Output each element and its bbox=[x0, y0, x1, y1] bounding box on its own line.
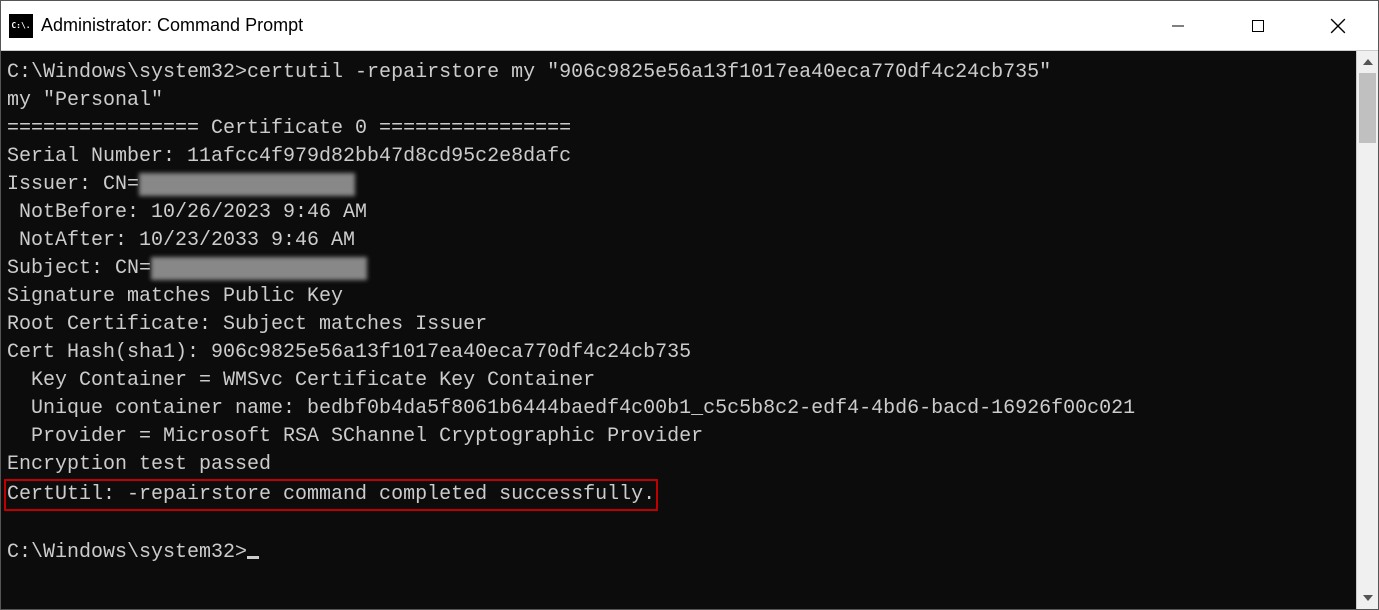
redacted-text: XXbb47dXcd95c1eXdX bbox=[139, 173, 355, 196]
window-title: Administrator: Command Prompt bbox=[41, 15, 1138, 36]
output-line: my "Personal" bbox=[7, 89, 163, 112]
prompt-line: C:\Windows\system32> bbox=[7, 541, 247, 564]
minimize-button[interactable] bbox=[1138, 1, 1218, 50]
output-line: Cert Hash(sha1): 906c9825e56a13f1017ea40… bbox=[7, 341, 691, 364]
output-line: NotAfter: 10/23/2033 9:46 AM bbox=[7, 229, 355, 252]
chevron-up-icon bbox=[1363, 59, 1373, 65]
scrollbar[interactable] bbox=[1356, 51, 1378, 609]
output-line: Encryption test passed bbox=[7, 453, 271, 476]
terminal-output[interactable]: C:\Windows\system32>certutil -repairstor… bbox=[1, 51, 1356, 609]
window-controls bbox=[1138, 1, 1378, 50]
chevron-down-icon bbox=[1363, 595, 1373, 601]
redacted-text: XXbb47dXcd95c1eXdX bbox=[151, 257, 367, 280]
output-line: CertUtil: -repairstore command completed… bbox=[7, 483, 655, 506]
output-line: Serial Number: 11afcc4f979d82bb47d8cd95c… bbox=[7, 145, 571, 168]
scroll-thumb[interactable] bbox=[1359, 73, 1376, 143]
output-line: ================ Certificate 0 =========… bbox=[7, 117, 571, 140]
maximize-icon bbox=[1251, 19, 1265, 33]
scroll-down-button[interactable] bbox=[1357, 587, 1378, 609]
terminal-area: C:\Windows\system32>certutil -repairstor… bbox=[1, 51, 1378, 609]
scroll-up-button[interactable] bbox=[1357, 51, 1378, 73]
scroll-track[interactable] bbox=[1357, 73, 1378, 587]
output-line: Provider = Microsoft RSA SChannel Crypto… bbox=[7, 425, 703, 448]
maximize-button[interactable] bbox=[1218, 1, 1298, 50]
titlebar: C:\. Administrator: Command Prompt bbox=[1, 1, 1378, 51]
minimize-icon bbox=[1171, 19, 1185, 33]
output-line: Root Certificate: Subject matches Issuer bbox=[7, 313, 487, 336]
cursor-icon bbox=[247, 556, 259, 559]
output-line: NotBefore: 10/26/2023 9:46 AM bbox=[7, 201, 367, 224]
output-line: Subject: CN= bbox=[7, 257, 151, 280]
output-line: Unique container name: bedbf0b4da5f8061b… bbox=[7, 397, 1135, 420]
output-line: Key Container = WMSvc Certificate Key Co… bbox=[7, 369, 595, 392]
output-line: Issuer: CN= bbox=[7, 173, 139, 196]
app-icon: C:\. bbox=[9, 14, 33, 38]
highlight-annotation: CertUtil: -repairstore command completed… bbox=[4, 479, 658, 511]
close-icon bbox=[1330, 18, 1346, 34]
app-icon-text: C:\. bbox=[11, 22, 30, 30]
output-line: C:\Windows\system32>certutil -repairstor… bbox=[7, 61, 1051, 84]
output-line: Signature matches Public Key bbox=[7, 285, 343, 308]
close-button[interactable] bbox=[1298, 1, 1378, 50]
